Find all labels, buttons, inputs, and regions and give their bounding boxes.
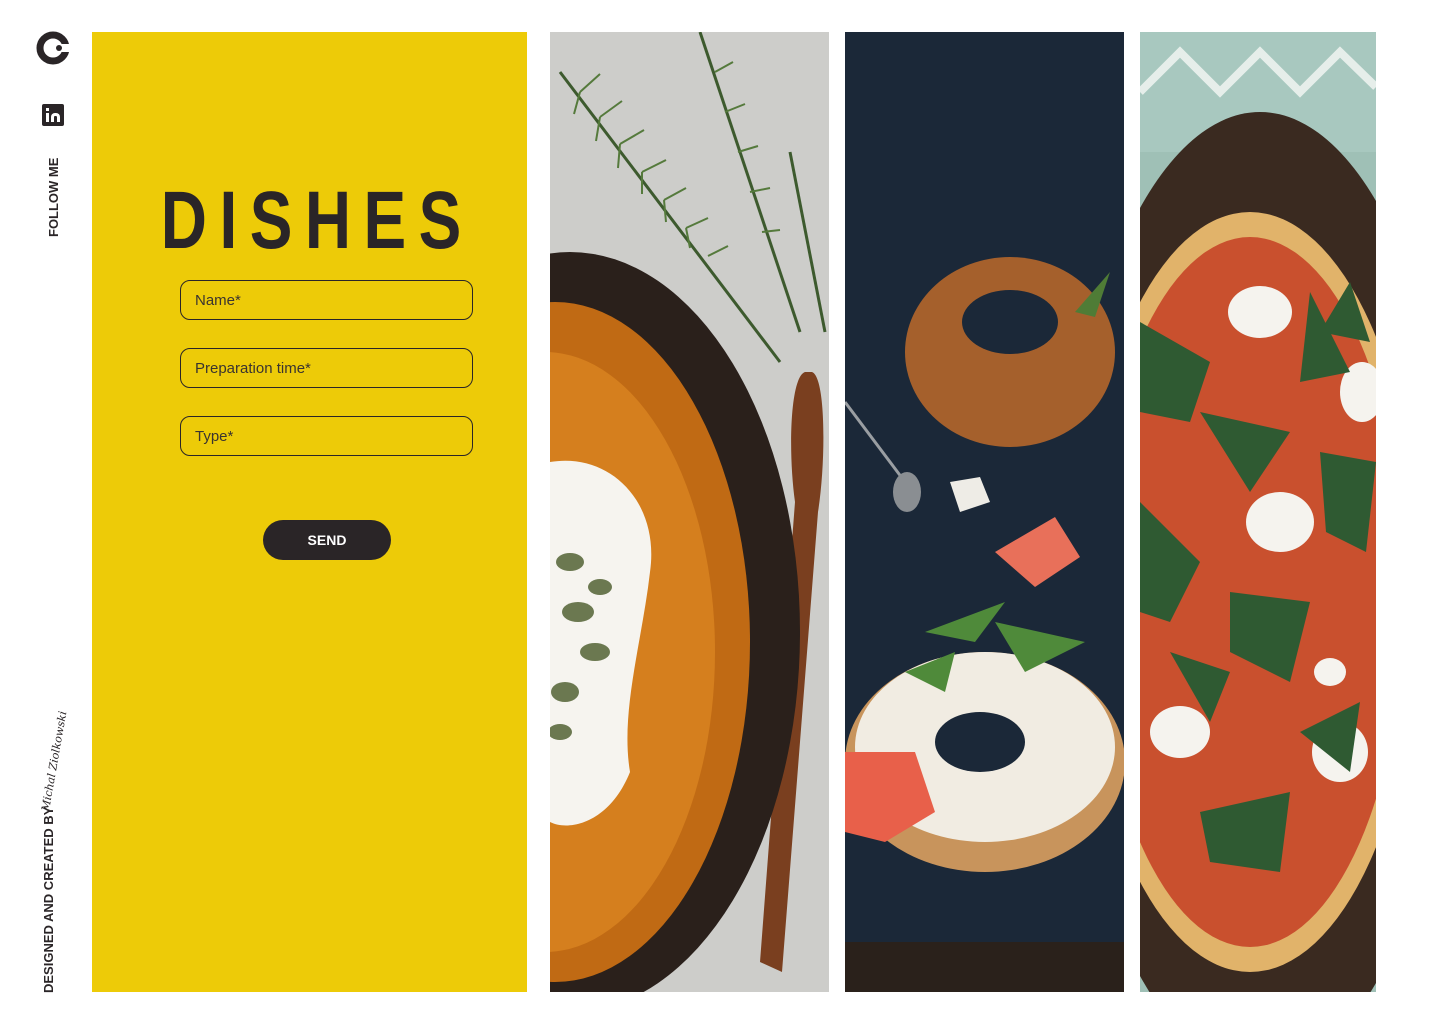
designer-signature: Michal Ziolkowski	[39, 710, 70, 813]
form-panel: DISHES SEND	[92, 32, 527, 992]
page-title: DISHES	[160, 175, 474, 266]
designed-by-label: DESIGNED AND CREATED BY	[41, 806, 56, 993]
name-field[interactable]	[180, 280, 473, 320]
follow-me-link[interactable]: FOLLOW ME	[46, 158, 61, 237]
type-field[interactable]	[180, 416, 473, 456]
pizza-photo	[1140, 32, 1376, 992]
logo-icon[interactable]	[36, 31, 70, 65]
soup-photo	[550, 32, 829, 992]
linkedin-icon[interactable]	[42, 104, 64, 126]
left-rail: FOLLOW ME Michal Ziolkowski DESIGNED AND…	[0, 0, 92, 1024]
bagel-photo	[845, 32, 1124, 992]
preparation-time-field[interactable]	[180, 348, 473, 388]
send-button[interactable]: SEND	[263, 520, 391, 560]
